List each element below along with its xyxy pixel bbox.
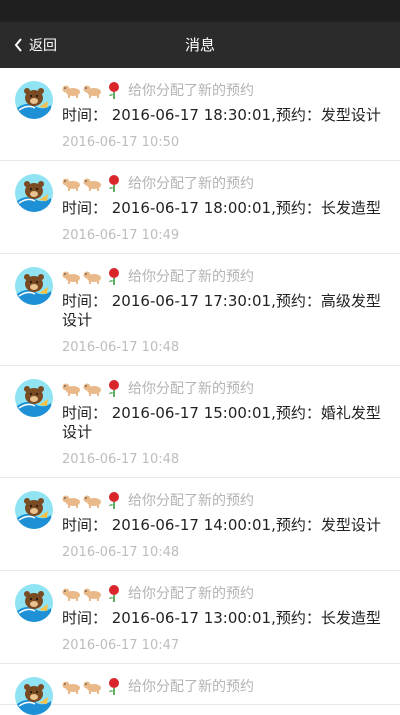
- status-bar: [0, 0, 400, 22]
- bear-avatar-icon: [17, 88, 51, 119]
- rose-emoji-icon: [109, 268, 119, 285]
- message-timestamp: 2016-06-17 10:48: [62, 340, 180, 355]
- message-list: 给你分配了新的预约 时间： 2016-06-17 18:30:01,预约：发型设…: [0, 68, 400, 715]
- dog-emoji-icon: [62, 271, 80, 284]
- message-item[interactable]: 给你分配了新的预约 时间： 2016-06-17 17:30:01,预约：高级发…: [0, 254, 400, 366]
- bear-avatar-icon: [17, 274, 51, 305]
- sender-text: 给你分配了新的预约: [128, 586, 254, 602]
- message-item[interactable]: 给你分配了新的预约 时间： 2016-06-17 18:00:01,预约：长发造…: [0, 161, 400, 254]
- message-body: 时间： 2016-06-17 18:30:01,预约：发型设计: [62, 106, 381, 124]
- sender-text: 给你分配了新的预约: [128, 381, 254, 397]
- sender-line: 给你分配了新的预约: [62, 266, 390, 286]
- bear-avatar-icon: [17, 386, 51, 417]
- page-title: 消息: [184, 36, 215, 54]
- dog-emoji-icon: [83, 588, 101, 601]
- rose-emoji-icon: [109, 380, 119, 397]
- message-item[interactable]: 给你分配了新的预约 时间： 2016-06-17 15:00:01,预约：婚礼发…: [0, 366, 400, 478]
- rose-emoji-icon: [109, 585, 119, 602]
- rose-emoji-icon: [109, 678, 119, 695]
- dog-emoji-icon: [83, 271, 101, 284]
- dog-emoji-icon: [62, 681, 80, 694]
- dog-emoji-icon: [62, 588, 80, 601]
- rose-emoji-icon: [109, 82, 119, 99]
- sender-line: 给你分配了新的预约: [62, 173, 390, 193]
- sender-text: 给你分配了新的预约: [128, 269, 254, 285]
- message-timestamp: 2016-06-17 10:47: [62, 638, 180, 653]
- message-timestamp: 2016-06-17 10:48: [62, 452, 180, 467]
- dog-emoji-icon: [83, 383, 101, 396]
- sender-line: 给你分配了新的预约: [62, 676, 390, 696]
- bear-avatar-icon: [17, 498, 51, 529]
- sender-line: 给你分配了新的预约: [62, 490, 390, 510]
- avatar: [15, 174, 53, 212]
- avatar: [15, 584, 53, 622]
- sender-line: 给你分配了新的预约: [62, 378, 390, 398]
- message-body: 时间： 2016-06-17 13:00:01,预约：长发造型: [62, 609, 381, 627]
- avatar: [15, 81, 53, 119]
- message-body: 时间： 2016-06-17 15:00:01,预约：婚礼发型设计: [62, 404, 381, 441]
- dog-emoji-icon: [62, 178, 80, 191]
- avatar: [15, 491, 53, 529]
- message-body: 时间： 2016-06-17 17:30:01,预约：高级发型设计: [62, 292, 381, 329]
- message-body: 时间： 2016-06-17 18:00:01,预约：长发造型: [62, 199, 381, 217]
- dog-emoji-icon: [62, 85, 80, 98]
- message-timestamp: 2016-06-17 10:49: [62, 228, 180, 243]
- sender-text: 给你分配了新的预约: [128, 176, 254, 192]
- rose-emoji-icon: [109, 175, 119, 192]
- nav-bar: 返回 消息: [0, 22, 400, 68]
- sender-text: 给你分配了新的预约: [128, 679, 254, 695]
- dog-emoji-icon: [83, 681, 101, 694]
- message-body: 时间： 2016-06-17 14:00:01,预约：发型设计: [62, 516, 381, 534]
- avatar: [15, 677, 53, 715]
- message-item[interactable]: 给你分配了新的预约: [0, 664, 400, 715]
- bear-avatar-icon: [17, 591, 51, 622]
- message-item[interactable]: 给你分配了新的预约 时间： 2016-06-17 18:30:01,预约：发型设…: [0, 68, 400, 161]
- message-item[interactable]: 给你分配了新的预约 时间： 2016-06-17 13:00:01,预约：长发造…: [0, 571, 400, 664]
- bear-avatar-icon: [17, 684, 51, 715]
- avatar: [15, 267, 53, 305]
- message-item[interactable]: 给你分配了新的预约 时间： 2016-06-17 14:00:01,预约：发型设…: [0, 478, 400, 571]
- sender-text: 给你分配了新的预约: [128, 83, 254, 99]
- dog-emoji-icon: [62, 495, 80, 508]
- sender-line: 给你分配了新的预约: [62, 80, 390, 100]
- sender-line: 给你分配了新的预约: [62, 583, 390, 603]
- sender-text: 给你分配了新的预约: [128, 493, 254, 509]
- avatar: [15, 379, 53, 417]
- dog-emoji-icon: [83, 495, 101, 508]
- dog-emoji-icon: [83, 85, 101, 98]
- dog-emoji-icon: [62, 383, 80, 396]
- message-timestamp: 2016-06-17 10:50: [62, 135, 180, 150]
- message-timestamp: 2016-06-17 10:48: [62, 545, 180, 560]
- bear-avatar-icon: [17, 181, 51, 212]
- rose-emoji-icon: [109, 492, 119, 509]
- dog-emoji-icon: [83, 178, 101, 191]
